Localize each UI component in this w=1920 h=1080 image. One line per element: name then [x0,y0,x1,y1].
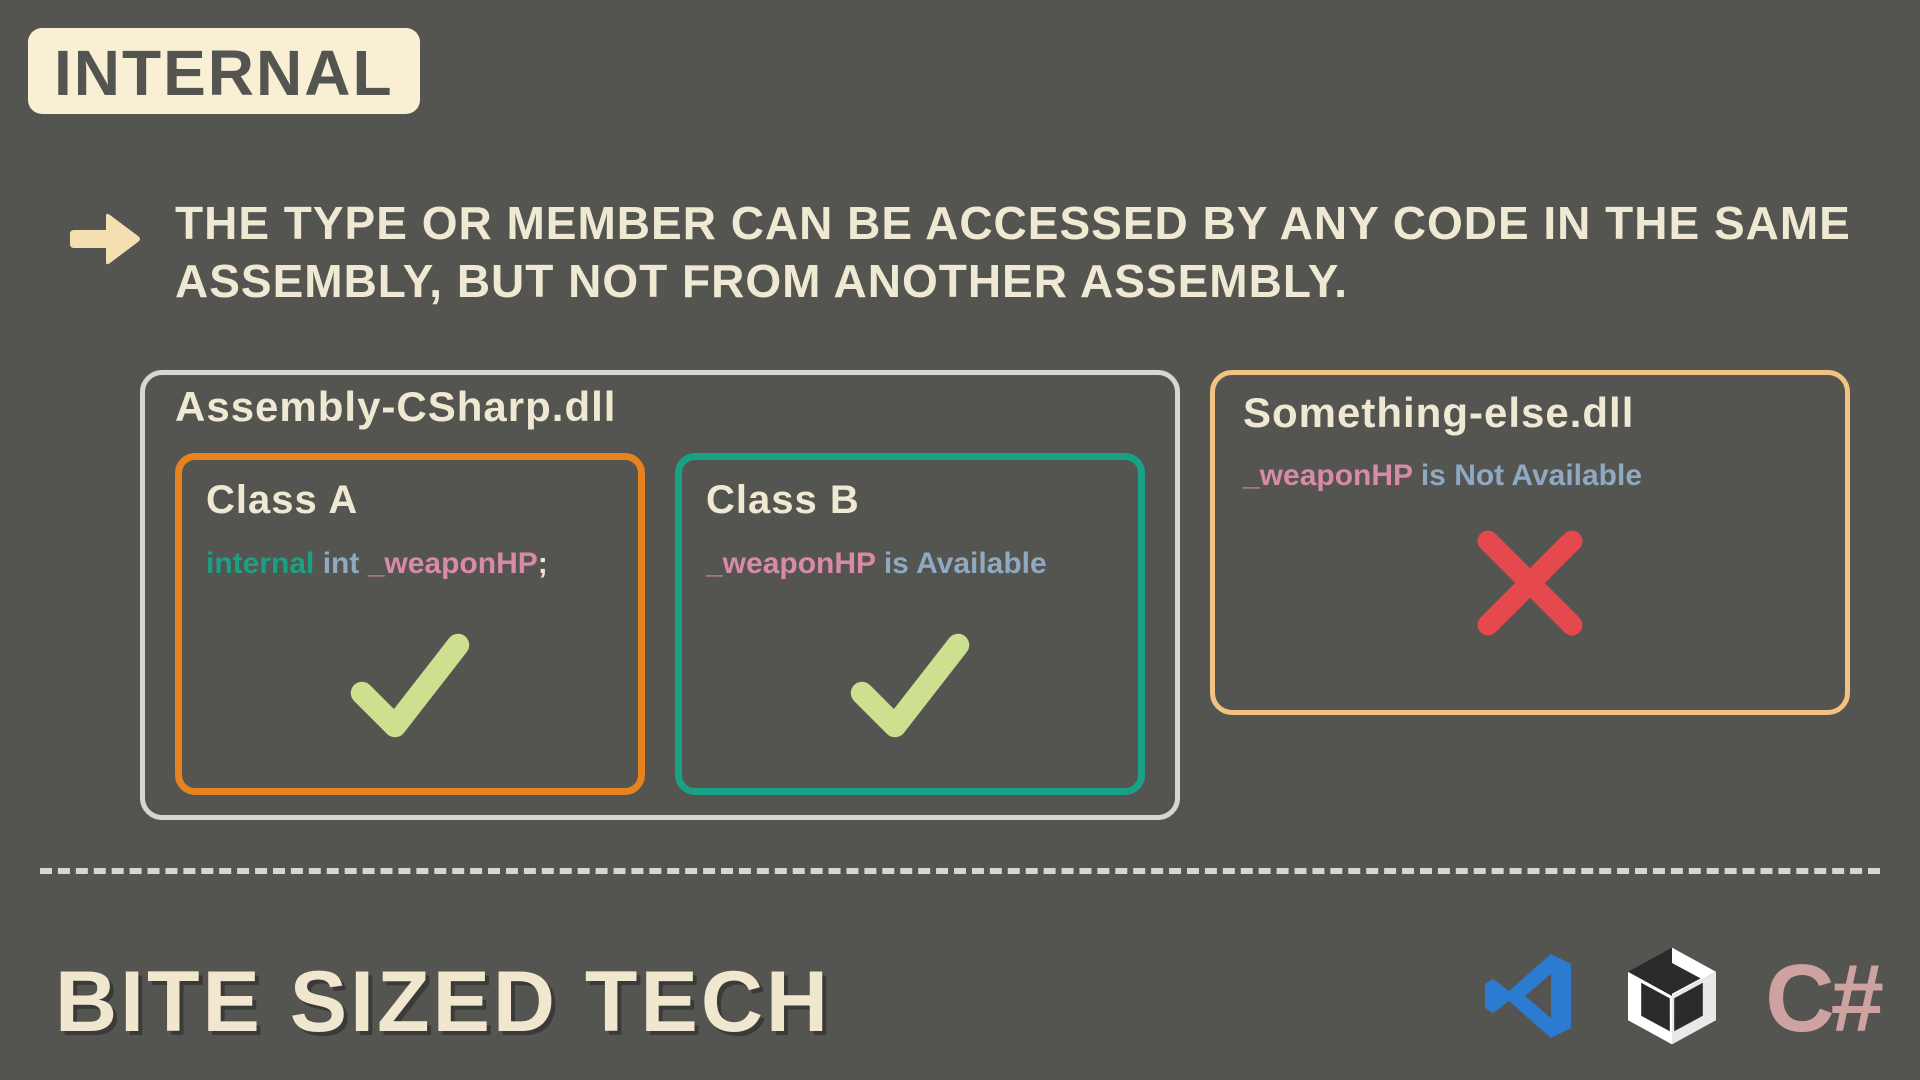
class-b-title: Class B [706,478,1114,523]
description-text: The type or member can be accessed by an… [175,195,1860,310]
arrow-right-icon [70,210,142,273]
footer-icons: C# [1479,941,1880,1056]
keyword-internal: internal [206,547,314,580]
keyword-int: int [323,547,360,580]
variable-weaponhp: _weaponHP [1243,459,1413,492]
semicolon: ; [538,547,548,580]
class-a-box: Class A internal int _weaponHP; [175,453,645,795]
not-available-text: is Not Available [1413,459,1643,492]
cross-icon [1243,513,1817,658]
vscode-icon [1479,946,1579,1051]
check-icon [206,609,614,764]
brand-text: BITE SIZED TECH [55,953,831,1052]
title-badge: INTERNAL [28,28,420,114]
other-status-line: _weaponHP is Not Available [1243,459,1817,493]
divider [40,868,1880,874]
class-a-code: internal int _weaponHP; [206,547,614,581]
available-text: is Available [876,547,1047,580]
csharp-icon: C# [1765,944,1880,1054]
class-b-box: Class B _weaponHP is Available [675,453,1145,795]
class-a-title: Class A [206,478,614,523]
class-b-status-line: _weaponHP is Available [706,547,1114,581]
assembly-other-label: Something-else.dll [1243,389,1817,437]
assembly-csharp-label: Assembly-CSharp.dll [175,383,616,431]
assembly-other-box: Something-else.dll _weaponHP is Not Avai… [1210,370,1850,715]
unity-icon [1617,941,1727,1056]
check-icon [706,609,1114,764]
variable-weaponhp: _weaponHP [368,547,538,580]
variable-weaponhp: _weaponHP [706,547,876,580]
assembly-csharp-box: Assembly-CSharp.dll Class A internal int… [140,370,1180,820]
